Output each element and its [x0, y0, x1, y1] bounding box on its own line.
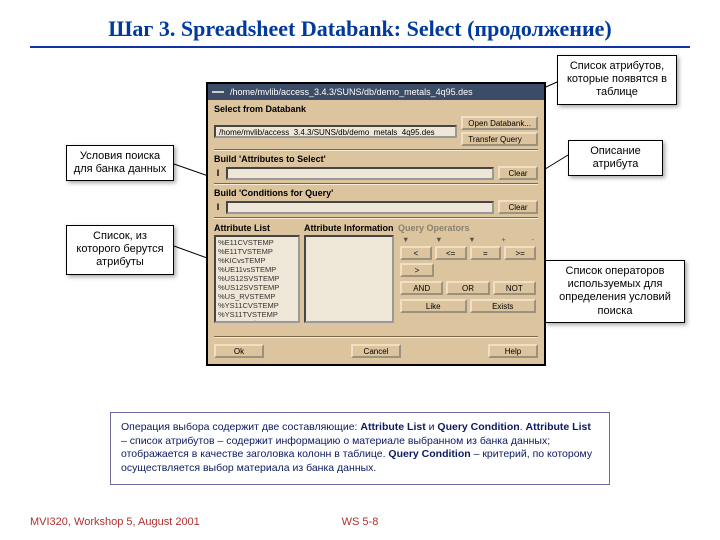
separator [214, 336, 538, 338]
callout-query-operators: Список операторов используемых для опред… [545, 260, 685, 323]
attribute-list-box[interactable]: %E11CVSTEMP %E11TVSTEMP %KICvsTEMP %UE11… [214, 235, 300, 323]
separator [214, 183, 538, 185]
list-item[interactable]: %US12SVSTEMP [218, 283, 296, 292]
transfer-query-button[interactable]: Transfer Query [461, 132, 538, 146]
list-item[interactable]: %US_RVSTEMP [218, 292, 296, 301]
list-item[interactable]: %KICvsTEMP [218, 256, 296, 265]
op-gte-button[interactable]: >= [504, 246, 536, 260]
conditions-for-query-field[interactable] [226, 201, 494, 214]
op-like-button[interactable]: Like [400, 299, 467, 313]
op-and-button[interactable]: AND [400, 281, 443, 295]
list-item[interactable]: %E11TVSTEMP [218, 247, 296, 256]
separator [214, 217, 538, 219]
select-from-databank-label: Select from Databank [214, 104, 538, 114]
query-operators-header: Query Operators [398, 223, 538, 233]
callout-attributes-in-table: Список атрибутов, которые появятся в таб… [557, 55, 677, 105]
databank-path-field[interactable]: /home/mvlib/access_3.4.3/SUNS/db/demo_me… [214, 125, 457, 138]
attributes-to-select-field[interactable] [226, 167, 494, 180]
op-not-button[interactable]: NOT [493, 281, 536, 295]
op-or-button[interactable]: OR [446, 281, 489, 295]
window-titlebar[interactable]: /home/mvlib/access_3.4.3/SUNS/db/demo_me… [208, 84, 544, 100]
prefix-i-attrs: I [214, 168, 222, 178]
list-item[interactable]: %YS_AVS/%YS_H [218, 319, 296, 323]
op-eq-button[interactable]: = [470, 246, 502, 260]
op-exists-button[interactable]: Exists [470, 299, 537, 313]
clear-attributes-button[interactable]: Clear [498, 166, 538, 180]
footer-center: WS 5-8 [342, 516, 379, 528]
attribute-information-box[interactable] [304, 235, 394, 323]
op-gt-button[interactable]: > [400, 263, 434, 277]
build-attributes-label: Build 'Attributes to Select' [214, 154, 538, 164]
open-databank-button[interactable]: Open Databank... [461, 116, 538, 130]
op-lt-button[interactable]: < [400, 246, 432, 260]
dialog-select-from-databank: /home/mvlib/access_3.4.3/SUNS/db/demo_me… [206, 82, 546, 366]
separator [214, 149, 538, 151]
footer-left: MVI320, Workshop 5, August 2001 [30, 516, 200, 528]
title-rule [30, 46, 690, 48]
list-item[interactable]: %E11CVSTEMP [218, 238, 296, 247]
cancel-button[interactable]: Cancel [351, 344, 401, 358]
list-item[interactable]: %US12SVSTEMP [218, 274, 296, 283]
op-lte-button[interactable]: <= [435, 246, 467, 260]
callout-search-conditions: Условия поиска для банка данных [66, 145, 174, 181]
ok-button[interactable]: Ok [214, 344, 264, 358]
window-menu-icon[interactable] [212, 91, 224, 93]
description-text: Операция выбора содержит две составляющи… [110, 412, 610, 485]
callout-attribute-description: Описание атрибута [568, 140, 663, 176]
page-title: Шаг 3. Spreadsheet Databank: Select (про… [30, 16, 690, 42]
list-item[interactable]: %YS11CVSTEMP [218, 301, 296, 310]
attribute-list-header: Attribute List [214, 223, 300, 233]
build-conditions-label: Build 'Conditions for Query' [214, 188, 538, 198]
window-title: /home/mvlib/access_3.4.3/SUNS/db/demo_me… [230, 84, 473, 100]
clear-conditions-button[interactable]: Clear [498, 200, 538, 214]
help-button[interactable]: Help [488, 344, 538, 358]
list-item[interactable]: %UE11vsSTEMP [218, 265, 296, 274]
prefix-i-cond: I [214, 202, 222, 212]
operator-col-headers: ▼ ▼ ▼ + - [398, 235, 538, 244]
list-item[interactable]: %YS11TVSTEMP [218, 310, 296, 319]
callout-attribute-source-list: Список, из которого берутся атрибуты [66, 225, 174, 275]
attribute-information-header: Attribute Information [304, 223, 394, 233]
